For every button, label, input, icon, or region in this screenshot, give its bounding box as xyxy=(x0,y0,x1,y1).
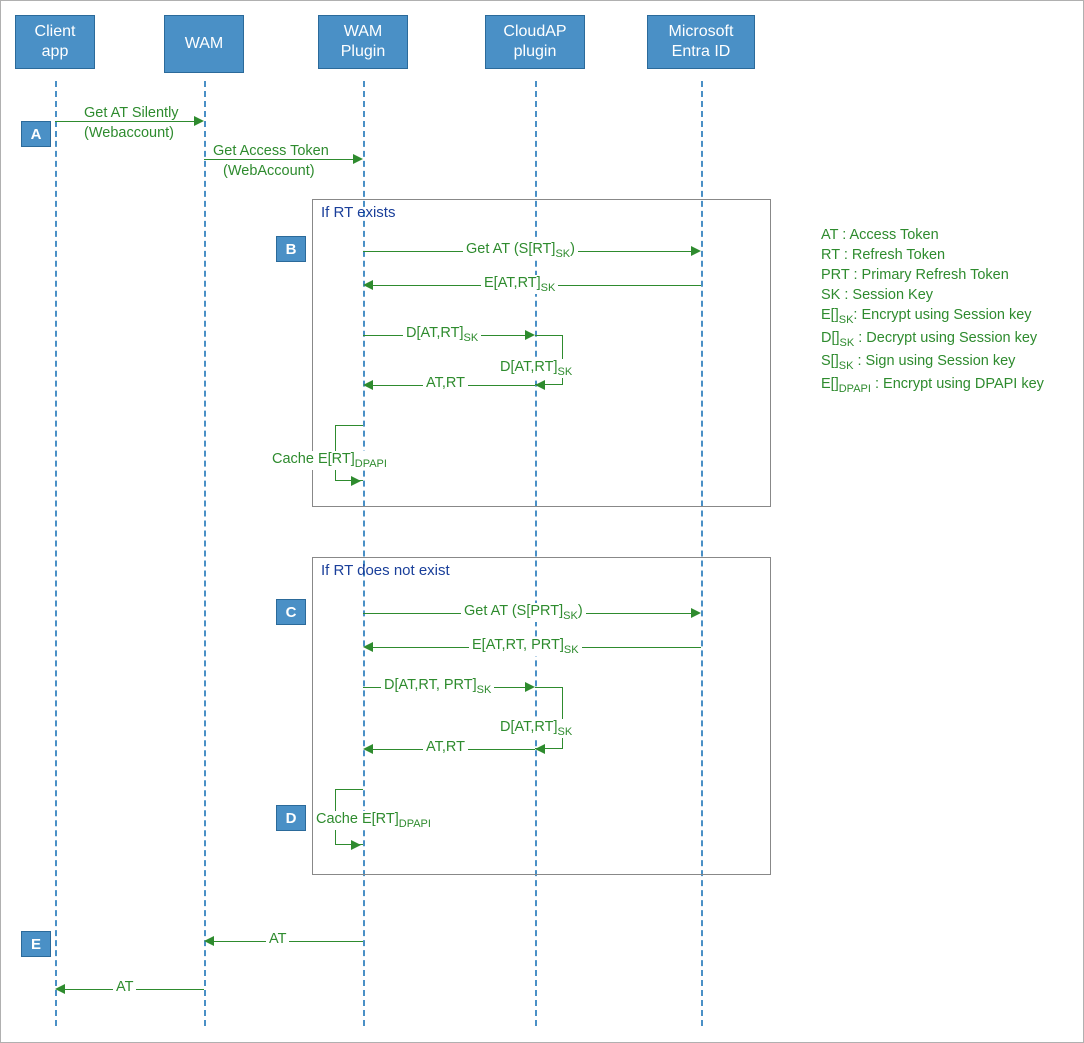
lifeline-wam xyxy=(204,81,206,1026)
altbox-rt-not-exists-title: If RT does not exist xyxy=(321,562,450,579)
msg-b-decrypt-self-label: D[AT,RT]SK xyxy=(497,359,575,378)
participant-client: Client app xyxy=(15,15,95,69)
glossary-sk: SK : Session Key xyxy=(821,287,1061,303)
msg-b-cache-label: Cache E[RT]DPAPI xyxy=(269,451,390,470)
msg-c-decrypt-self-label: D[AT,RT]SK xyxy=(497,719,575,738)
msg-e-return-wam-label: AT xyxy=(266,931,289,947)
glossary: AT : Access Token RT : Refresh Token PRT… xyxy=(821,227,1061,399)
msg-b-return-enc-label: E[AT,RT]SK xyxy=(481,275,558,294)
msg-get-at-silently-l2: (Webaccount) xyxy=(81,125,177,141)
glossary-at: AT : Access Token xyxy=(821,227,1061,243)
msg-c-atrt-label: AT,RT xyxy=(423,739,468,755)
altbox-rt-exists-title: If RT exists xyxy=(321,204,395,221)
glossary-edp: E[]DPAPI : Encrypt using DPAPI key xyxy=(821,376,1061,395)
step-C: C xyxy=(276,599,306,625)
step-D: D xyxy=(276,805,306,831)
glossary-prt: PRT : Primary Refresh Token xyxy=(821,267,1061,283)
glossary-dsk: D[]SK : Decrypt using Session key xyxy=(821,330,1061,349)
msg-get-at-silently-l1: Get AT Silently xyxy=(81,105,182,121)
glossary-ssk: S[]SK : Sign using Session key xyxy=(821,353,1061,372)
msg-c-decrypt-req-label: D[AT,RT, PRT]SK xyxy=(381,677,494,696)
lifeline-client xyxy=(55,81,57,1026)
participant-wam: WAM xyxy=(164,15,244,73)
msg-c-return-enc-label: E[AT,RT, PRT]SK xyxy=(469,637,582,656)
msg-c-get-at-label: Get AT (S[PRT]SK) xyxy=(461,603,586,622)
step-B: B xyxy=(276,236,306,262)
msg-e-return-client-label: AT xyxy=(113,979,136,995)
msg-b-atrt-label: AT,RT xyxy=(423,375,468,391)
participant-wam-plugin: WAM Plugin xyxy=(318,15,408,69)
step-A: A xyxy=(21,121,51,147)
participant-cloudap: CloudAP plugin xyxy=(485,15,585,69)
msg-b-decrypt-req-label: D[AT,RT]SK xyxy=(403,325,481,344)
msg-b-get-at-label: Get AT (S[RT]SK) xyxy=(463,241,578,260)
sequence-diagram: Client app WAM WAM Plugin CloudAP plugin… xyxy=(0,0,1084,1043)
glossary-esk: E[]SK: Encrypt using Session key xyxy=(821,307,1061,326)
glossary-rt: RT : Refresh Token xyxy=(821,247,1061,263)
msg-d-cache-label: Cache E[RT]DPAPI xyxy=(313,811,434,830)
msg-get-access-token-l1: Get Access Token xyxy=(210,143,332,159)
step-E: E xyxy=(21,931,51,957)
participant-entra: Microsoft Entra ID xyxy=(647,15,755,69)
msg-get-access-token-l2: (WebAccount) xyxy=(220,163,318,179)
